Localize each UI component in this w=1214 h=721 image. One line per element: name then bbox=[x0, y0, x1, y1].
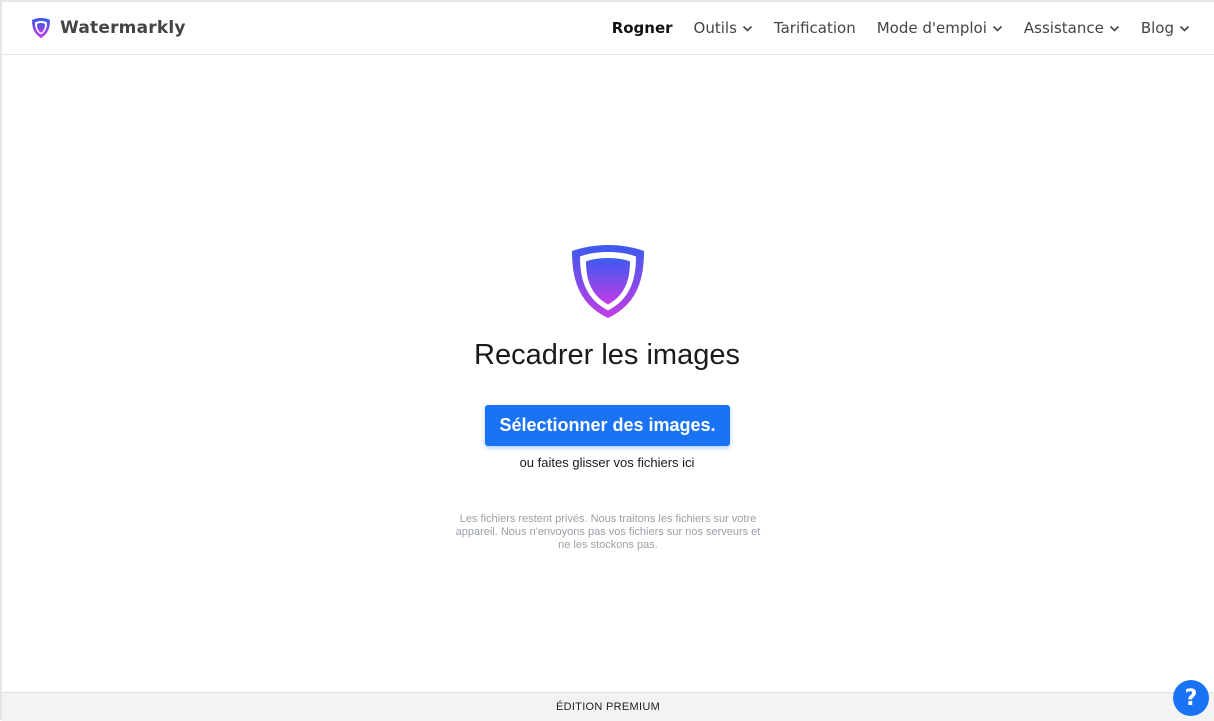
shield-icon bbox=[570, 243, 646, 319]
nav-item-assistance[interactable]: Assistance bbox=[1024, 19, 1120, 37]
nav-item-label: Mode d'emploi bbox=[876, 19, 987, 37]
nav-item-label: Outils bbox=[693, 19, 737, 37]
help-icon: ? bbox=[1184, 685, 1198, 711]
chevron-down-icon bbox=[1109, 23, 1120, 34]
nav-item-blog[interactable]: Blog bbox=[1141, 19, 1190, 37]
shield-icon bbox=[30, 17, 52, 39]
select-images-button[interactable]: Sélectionner des images. bbox=[485, 405, 730, 446]
upload-area[interactable]: Recadrer les images Sélectionner des ima… bbox=[0, 55, 1214, 692]
nav-item-label: Assistance bbox=[1023, 19, 1104, 37]
footer-label: ÉDITION PREMIUM bbox=[555, 701, 661, 713]
nav-item-mode-emploi[interactable]: Mode d'emploi bbox=[877, 19, 1003, 37]
privacy-note: Les fichiers restent privés. Nous traito… bbox=[455, 513, 761, 551]
nav-item-rogner[interactable]: Rogner bbox=[612, 19, 673, 37]
page-title: Recadrer les images bbox=[474, 339, 740, 371]
chevron-down-icon bbox=[992, 23, 1003, 34]
premium-footer[interactable]: ÉDITION PREMIUM bbox=[2, 692, 1214, 721]
nav-item-outils[interactable]: Outils bbox=[694, 19, 753, 37]
chevron-down-icon bbox=[1179, 23, 1190, 34]
nav-item-label: Tarification bbox=[773, 19, 856, 37]
help-button[interactable]: ? bbox=[1173, 680, 1209, 716]
nav-item-label: Blog bbox=[1140, 19, 1174, 37]
brand-name: Watermarkly bbox=[60, 18, 186, 38]
nav-item-tarification[interactable]: Tarification bbox=[774, 19, 856, 37]
drop-zone: Recadrer les images Sélectionner des ima… bbox=[0, 55, 1214, 692]
brand-link[interactable]: Watermarkly bbox=[30, 17, 186, 39]
main-nav: Rogner Outils Tarification Mode d'emploi… bbox=[591, 19, 1190, 37]
drag-hint: ou faites glisser vos fichiers ici bbox=[519, 455, 695, 470]
chevron-down-icon bbox=[742, 23, 753, 34]
top-navbar: Watermarkly Rogner Outils Tarification M… bbox=[2, 2, 1214, 55]
nav-item-label: Rogner bbox=[611, 19, 673, 37]
